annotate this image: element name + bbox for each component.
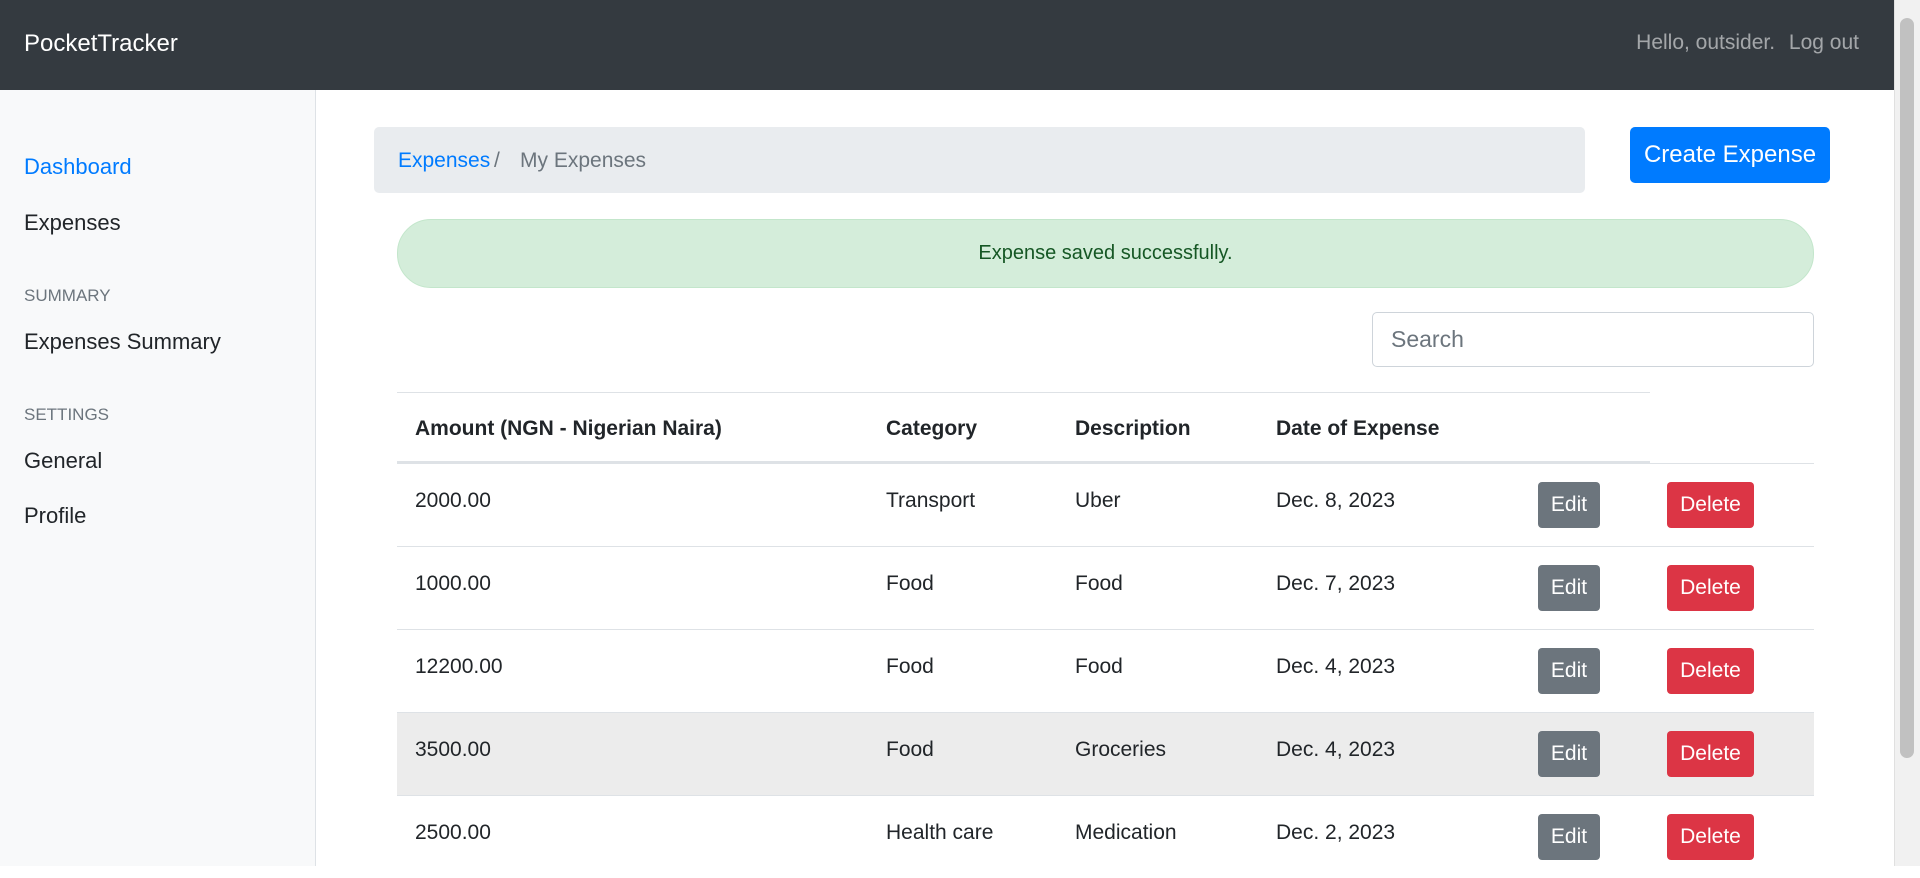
header-category: Category	[886, 417, 978, 440]
table-row: 2000.00 Transport Uber Dec. 8, 2023 Edit…	[397, 463, 1814, 546]
sidebar-item-expenses[interactable]: Expenses	[24, 210, 121, 236]
edit-button[interactable]: Edit	[1538, 731, 1600, 777]
sidebar: Dashboard Expenses SUMMARY Expenses Summ…	[0, 90, 316, 866]
edit-button[interactable]: Edit	[1538, 814, 1600, 860]
cell-date: Dec. 8, 2023	[1276, 489, 1396, 512]
cell-description: Food	[1075, 655, 1123, 678]
expenses-table: Amount (NGN - Nigerian Naira) Category D…	[397, 392, 1814, 878]
cell-date: Dec. 4, 2023	[1276, 738, 1396, 761]
page-scrollbar[interactable]	[1894, 0, 1920, 866]
scrollbar-thumb[interactable]	[1900, 18, 1914, 758]
breadcrumb-separator: /	[494, 149, 500, 172]
delete-button[interactable]: Delete	[1667, 482, 1754, 528]
breadcrumb-current: My Expenses	[520, 149, 647, 172]
delete-button[interactable]: Delete	[1667, 731, 1754, 777]
delete-button[interactable]: Delete	[1667, 648, 1754, 694]
header-date: Date of Expense	[1276, 417, 1440, 440]
cell-amount: 12200.00	[415, 655, 503, 678]
sidebar-item-dashboard[interactable]: Dashboard	[24, 154, 132, 180]
sidebar-item-expenses-summary[interactable]: Expenses Summary	[24, 329, 221, 355]
success-alert: Expense saved successfully.	[397, 219, 1814, 288]
brand-logo[interactable]: PocketTracker	[24, 30, 178, 58]
cell-description: Groceries	[1075, 738, 1167, 761]
cell-amount: 3500.00	[415, 738, 491, 761]
table-row: 12200.00 Food Food Dec. 4, 2023 Edit Del…	[397, 629, 1814, 712]
header-description: Description	[1075, 417, 1191, 440]
cell-category: Transport	[886, 489, 976, 512]
cell-category: Food	[886, 738, 934, 761]
edit-button[interactable]: Edit	[1538, 565, 1600, 611]
cell-description: Uber	[1075, 489, 1121, 512]
greeting-text: Hello, outsider.	[1636, 31, 1776, 54]
cell-date: Dec. 4, 2023	[1276, 655, 1396, 678]
create-expense-button[interactable]: Create Expense	[1630, 127, 1830, 183]
cell-category: Health care	[886, 821, 994, 844]
breadcrumb-expenses-link[interactable]: Expenses	[398, 149, 490, 173]
table-header: Amount (NGN - Nigerian Naira) Category D…	[397, 392, 1650, 463]
cell-description: Food	[1075, 572, 1123, 595]
cell-date: Dec. 2, 2023	[1276, 821, 1396, 844]
delete-button[interactable]: Delete	[1667, 565, 1754, 611]
edit-button[interactable]: Edit	[1538, 648, 1600, 694]
sidebar-item-profile[interactable]: Profile	[24, 503, 86, 529]
cell-amount: 1000.00	[415, 572, 491, 595]
table-row: 1000.00 Food Food Dec. 7, 2023 Edit Dele…	[397, 546, 1814, 629]
cell-amount: 2000.00	[415, 489, 491, 512]
sidebar-heading-summary: SUMMARY	[24, 286, 111, 305]
edit-button[interactable]: Edit	[1538, 482, 1600, 528]
header-amount: Amount (NGN - Nigerian Naira)	[415, 417, 722, 440]
search-input[interactable]	[1372, 312, 1814, 367]
cell-date: Dec. 7, 2023	[1276, 572, 1396, 595]
logout-link[interactable]: Log out	[1789, 31, 1859, 54]
sidebar-heading-settings: SETTINGS	[24, 405, 110, 424]
user-menu: Hello, outsider. Log out	[1628, 31, 1859, 55]
cell-description: Medication	[1075, 821, 1177, 844]
cell-amount: 2500.00	[415, 821, 491, 844]
top-navbar: PocketTracker Hello, outsider. Log out	[0, 0, 1895, 90]
delete-button[interactable]: Delete	[1667, 814, 1754, 860]
cell-category: Food	[886, 572, 934, 595]
breadcrumb: Expenses / My Expenses	[374, 127, 1585, 193]
sidebar-item-general[interactable]: General	[24, 448, 102, 474]
cell-category: Food	[886, 655, 934, 678]
table-row: 3500.00 Food Groceries Dec. 4, 2023 Edit…	[397, 712, 1814, 795]
